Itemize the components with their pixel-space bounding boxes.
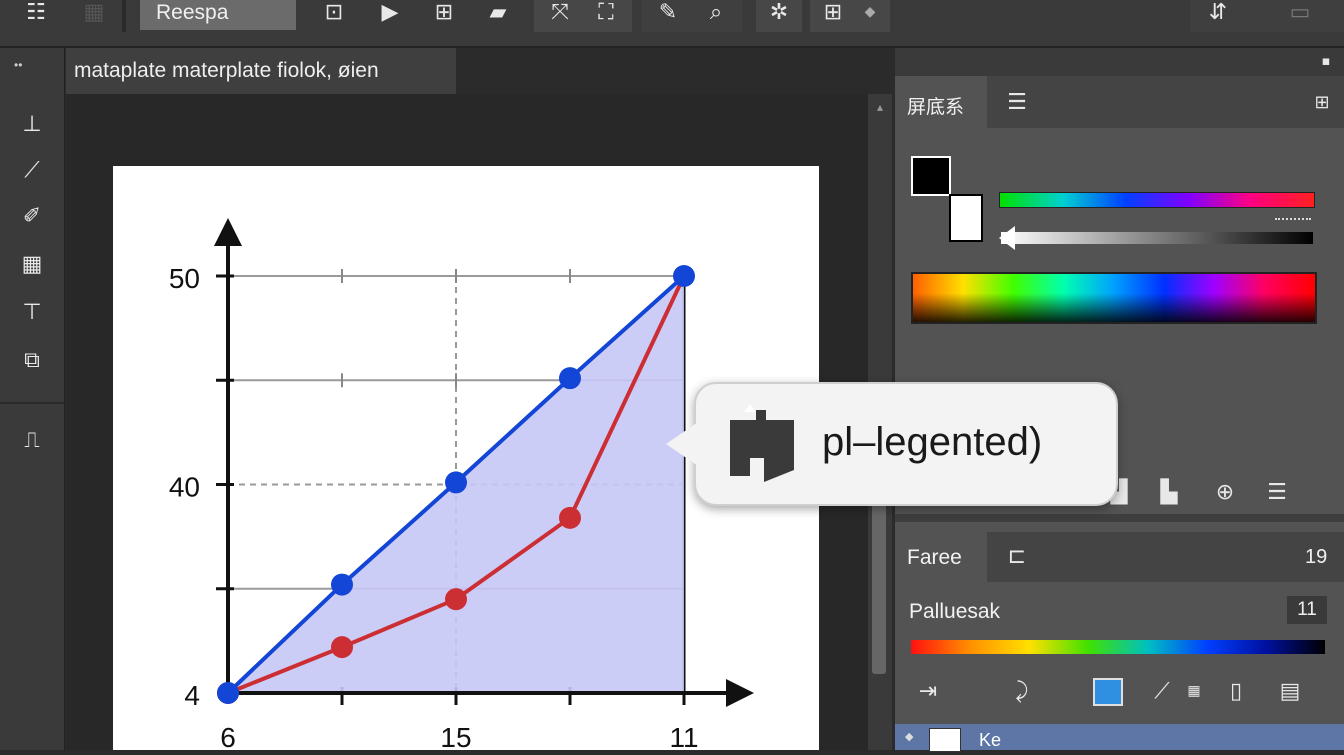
tab-color-label: 屏底系 xyxy=(907,97,965,118)
tools-group: ✎ ⌕ xyxy=(642,0,742,32)
data-point xyxy=(445,588,467,611)
panel-close-icon[interactable]: ▪ xyxy=(1315,50,1337,72)
zoom-icon[interactable]: ⌕ xyxy=(698,0,734,25)
x-tick-label: 6 xyxy=(220,722,236,750)
data-point xyxy=(217,682,239,704)
clone-tool-icon[interactable]: ⧉ xyxy=(12,344,52,376)
transform-icon[interactable]: ⤧ xyxy=(542,0,578,25)
play-icon[interactable]: ▶ xyxy=(374,0,406,25)
scroll-up-icon[interactable]: ▴ xyxy=(872,100,888,124)
panel-header-bar: ▪ xyxy=(895,48,1344,76)
palette-value-field[interactable]: 11 xyxy=(1287,596,1327,624)
scroll-thumb[interactable] xyxy=(872,504,886,674)
palette-label: Palluesak xyxy=(909,600,1001,623)
tab-layers[interactable]: Faree xyxy=(895,532,987,582)
data-point xyxy=(445,471,467,494)
panel-icon[interactable]: ▭ xyxy=(1282,0,1318,25)
y-tick-label: 40 xyxy=(169,472,200,503)
foreground-color-swatch[interactable] xyxy=(911,156,951,196)
legend-tooltip: pl–legented) xyxy=(666,382,1118,506)
image-icon[interactable] xyxy=(1093,678,1123,706)
align-tool-icon[interactable]: ⊤ xyxy=(12,296,52,328)
move-tool-icon[interactable]: ⊥ xyxy=(12,108,52,140)
palette-gradient[interactable] xyxy=(911,640,1325,654)
background-color-swatch[interactable] xyxy=(949,194,983,242)
preset-field[interactable]: Reespa xyxy=(140,0,296,30)
tool-divider xyxy=(0,402,64,404)
swatch-stack-icon[interactable]: ▤ xyxy=(1273,676,1307,706)
layers-panel-tabs: Faree ⊏ 19 xyxy=(895,532,1344,582)
tab-layers-label: Faree xyxy=(907,546,962,569)
table-icon[interactable]: ▦ xyxy=(1179,676,1209,706)
color-spectrum[interactable] xyxy=(911,272,1317,324)
layers-count: 19 xyxy=(1305,546,1328,568)
hue-slider[interactable] xyxy=(999,192,1315,208)
collapse-handle[interactable]: •• xyxy=(14,58,22,72)
y-tick-label: 4 xyxy=(184,680,200,711)
pen-icon[interactable]: ✎ xyxy=(650,0,686,25)
hue-marker xyxy=(1275,218,1311,224)
grid-icon[interactable]: ⊞ xyxy=(428,0,460,25)
tooltip-text: pl–legented) xyxy=(822,420,1043,464)
crop-icon[interactable]: ⛶ xyxy=(588,0,624,25)
data-point xyxy=(559,506,581,529)
settings-icon[interactable]: ✲ xyxy=(761,0,797,25)
tooltip-pointer xyxy=(666,422,698,466)
panel-divider xyxy=(895,514,1344,522)
share-icon[interactable]: ⇵ xyxy=(1200,0,1236,25)
x-tick-label: 15 xyxy=(440,722,471,750)
y-tick-label: 50 xyxy=(169,263,200,294)
tab-color[interactable]: 屏底系 xyxy=(895,76,987,128)
settings-group: ✲ xyxy=(756,0,802,32)
brightness-handle-icon[interactable] xyxy=(999,226,1015,250)
list-icon[interactable]: ☰ xyxy=(1259,476,1295,508)
grid-small-icon: ▦ xyxy=(83,0,105,25)
brush-tool-icon[interactable]: ⟋ xyxy=(12,154,52,186)
layer-row-selected[interactable]: ◆ Ke xyxy=(895,724,1344,752)
color-panel-tabs: 屏底系 ☰ ⊞ xyxy=(895,76,1344,128)
curve-icon[interactable]: ⤸ xyxy=(1005,676,1039,706)
mask-icon[interactable]: ▙ xyxy=(1151,476,1187,508)
top-toolbar: ☷ ▦ Reespa ⊡ ▶ ⊞ ▰ ⤧ ⛶ ✎ ⌕ ✲ ⊞ ◆ ⇵ ▭ xyxy=(0,0,1344,48)
data-point xyxy=(331,636,353,659)
more-icon[interactable]: ◆ xyxy=(856,0,884,24)
window-group: ⇵ ▭ xyxy=(1190,0,1344,32)
layer-visibility-icon[interactable]: ◆ xyxy=(905,730,913,743)
layout-icon[interactable]: ⊞ xyxy=(816,0,850,25)
adjust-icon[interactable]: ⇥ xyxy=(911,676,945,706)
layout-group: ⊞ ◆ xyxy=(810,0,890,32)
data-point xyxy=(559,367,581,390)
panel-menu-icon[interactable]: ⊞ xyxy=(1307,86,1337,118)
grid-tool-icon[interactable]: ▦ xyxy=(12,248,52,280)
layer-thumbnail xyxy=(929,728,961,752)
tool-strip: •• ⊥ ⟋ ✐ ▦ ⊤ ⧉ ⎍ xyxy=(0,48,65,750)
rectangle-icon[interactable]: ▯ xyxy=(1219,676,1253,706)
layer-icon[interactable]: ▰ xyxy=(482,0,514,25)
add-icon[interactable]: ⊕ xyxy=(1207,476,1243,508)
brightness-slider[interactable] xyxy=(1001,232,1313,244)
eraser-tool-icon[interactable]: ✐ xyxy=(12,200,52,232)
line-icon[interactable]: ⟋ xyxy=(1145,676,1179,706)
layer-name: Ke xyxy=(979,730,1002,750)
menu-icon[interactable]: ☷ xyxy=(18,0,54,25)
puzzle-icon xyxy=(730,404,794,482)
swatches-icon[interactable]: ☰ xyxy=(999,86,1035,118)
transform-group: ⤧ ⛶ xyxy=(534,0,632,32)
x-tick-label: 11 xyxy=(669,722,698,750)
data-point xyxy=(331,573,353,596)
hand-tool-icon[interactable]: ⎍ xyxy=(12,424,52,456)
data-point xyxy=(673,265,695,287)
frame-icon[interactable]: ⊡ xyxy=(318,0,350,25)
document-tab[interactable]: mataplate materplate fiolok, øien xyxy=(66,48,456,94)
channels-icon[interactable]: ⊏ xyxy=(999,540,1035,572)
toolbar-divider xyxy=(122,0,126,32)
